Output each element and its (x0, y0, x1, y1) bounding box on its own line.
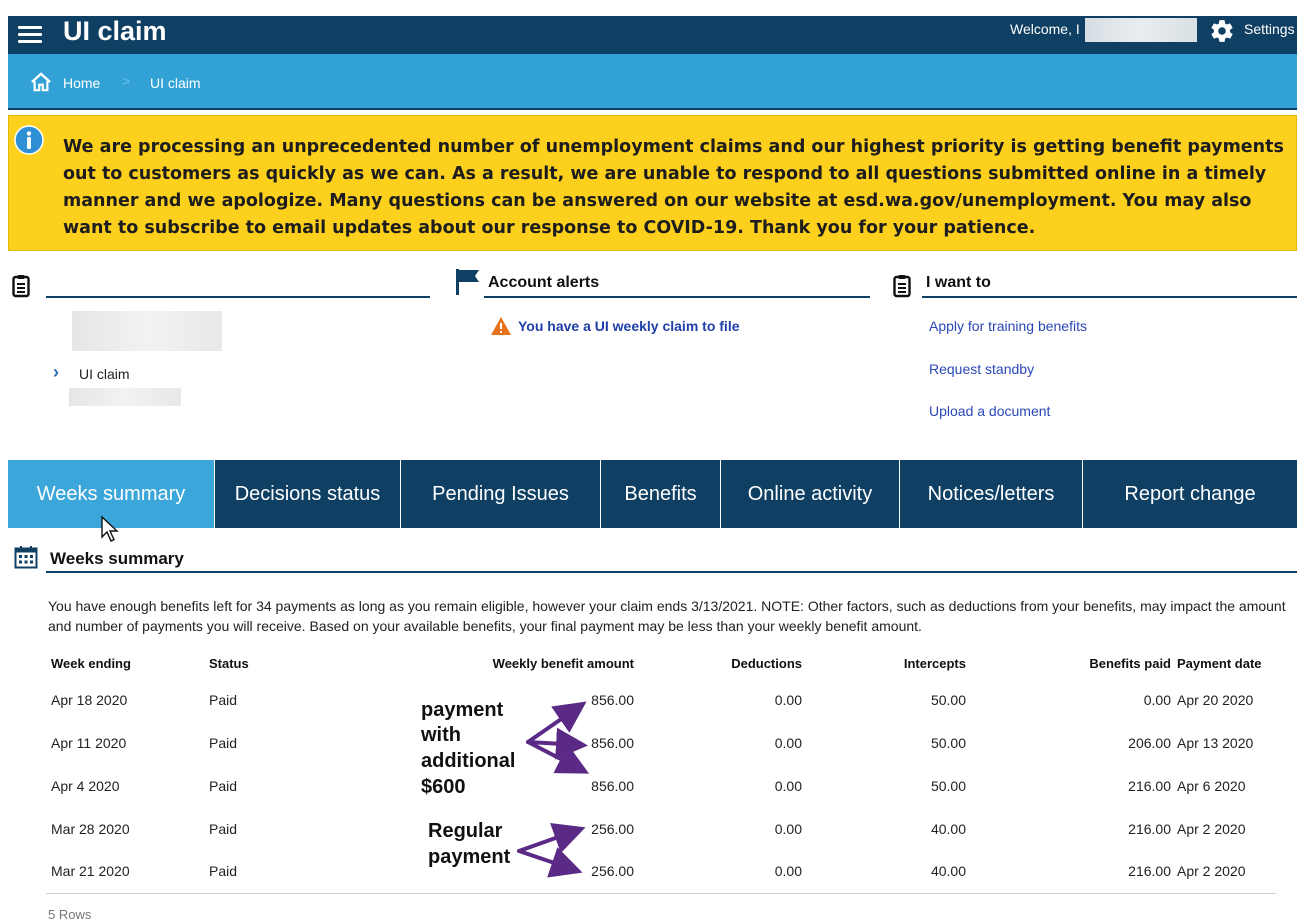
payment-date-cell: Apr 2 2020 (1171, 850, 1276, 894)
week-ending-cell: Mar 21 2020 (46, 850, 196, 894)
i-want-to-header: I want to (922, 266, 1297, 298)
tab-benefits[interactable]: Benefits (601, 460, 721, 528)
ui-claim-link[interactable]: UI claim (79, 366, 130, 382)
col-weekly-benefit[interactable]: Weekly benefit amount (366, 648, 634, 678)
breadcrumb-separator: > (122, 73, 131, 89)
annotation-extra-line-2: with (421, 724, 461, 746)
welcome-text: Welcome, I (1010, 21, 1080, 37)
tab-bar: Weeks summary Decisions status Pending I… (8, 460, 1297, 528)
mouse-pointer-icon (101, 515, 119, 542)
annotation-extra-line-4: $600 (421, 776, 466, 798)
col-intercepts[interactable]: Intercepts (802, 648, 966, 678)
apply-training-link[interactable]: Apply for training benefits (929, 318, 1087, 334)
chevron-right-icon[interactable]: › (53, 362, 59, 383)
table-row: Apr 18 2020 Paid 856.00 0.00 50.00 0.00 … (46, 678, 1276, 721)
notice-banner: We are processing an unprecedented numbe… (8, 115, 1297, 251)
i-want-to-title: I want to (926, 274, 991, 291)
week-ending-cell: Apr 18 2020 (51, 691, 128, 708)
payment-date-cell: Apr 6 2020 (1177, 777, 1246, 794)
benefits-paid-link[interactable]: 216.00 (966, 764, 1171, 807)
page-title: UI claim (63, 16, 167, 46)
benefits-paid-link[interactable]: 0.00 (966, 678, 1171, 721)
flag-icon (456, 269, 479, 295)
breadcrumb-current: UI claim (150, 75, 201, 91)
tab-report-change[interactable]: Report change (1083, 460, 1297, 528)
warning-icon (491, 317, 511, 335)
deductions-cell: 0.00 (634, 850, 802, 894)
weekly-claim-alert-link[interactable]: You have a UI weekly claim to file (518, 318, 740, 334)
intercepts-cell: 50.00 (930, 777, 966, 794)
table-row: Mar 28 2020 Paid 256.00 0.00 40.00 216.0… (46, 807, 1276, 850)
intercepts-cell: 40.00 (802, 850, 966, 894)
deductions-cell: 0.00 (774, 777, 802, 794)
benefits-note: You have enough benefits left for 34 pay… (48, 598, 1286, 634)
info-icon (14, 125, 44, 155)
alerts-panel-header: Account alerts (484, 266, 870, 298)
redacted-claimant-info (72, 311, 222, 351)
status-link[interactable]: Paid (196, 721, 366, 764)
settings-link[interactable]: Settings (1244, 20, 1295, 38)
deductions-cell: 0.00 (774, 820, 802, 837)
table-row: Apr 4 2020 Paid 856.00 0.00 50.00 216.00… (46, 764, 1276, 807)
annotation-extra-line-1: payment (421, 699, 504, 721)
calendar-icon (14, 546, 38, 569)
redacted-user-name (1085, 18, 1197, 42)
intercepts-cell: 50.00 (930, 734, 966, 751)
weeks-table: Week ending Status Weekly benefit amount… (46, 648, 1276, 894)
intercepts-cell: 40.00 (930, 820, 966, 837)
status-link[interactable]: Paid (196, 678, 366, 721)
benefits-paid-link[interactable]: 216.00 (966, 850, 1171, 894)
tab-decisions-status[interactable]: Decisions status (215, 460, 401, 528)
week-ending-cell: Mar 28 2020 (51, 820, 130, 837)
gear-icon[interactable] (1209, 18, 1235, 44)
top-bar: UI claim Welcome, I Settings (8, 16, 1297, 54)
weeks-summary-title: Weeks summary (50, 549, 184, 568)
clipboard-icon (893, 275, 911, 298)
status-link[interactable]: Paid (196, 807, 366, 850)
benefits-paid-link[interactable]: 206.00 (966, 721, 1171, 764)
request-standby-link[interactable]: Request standby (929, 361, 1034, 377)
col-payment-date[interactable]: Payment date (1171, 648, 1276, 678)
alerts-title: Account alerts (488, 274, 600, 291)
status-link[interactable]: Paid (196, 850, 366, 894)
col-status[interactable]: Status (196, 648, 366, 678)
deductions-cell: 0.00 (774, 691, 802, 708)
claims-panel-header (46, 266, 430, 298)
annotation-regular-line-1: Regular (428, 820, 503, 842)
col-benefits-paid[interactable]: Benefits paid (966, 648, 1171, 678)
week-ending-cell: Apr 11 2020 (51, 734, 127, 751)
weeks-summary-header: Weeks summary (46, 545, 1297, 573)
hamburger-menu-icon[interactable] (18, 22, 42, 46)
clipboard-icon (12, 275, 30, 298)
benefits-paid-link[interactable]: 216.00 (966, 807, 1171, 850)
intercepts-cell: 50.00 (930, 691, 966, 708)
col-week-ending[interactable]: Week ending (46, 648, 196, 678)
breadcrumb-home[interactable]: Home (63, 74, 100, 92)
payment-date-cell: Apr 13 2020 (1177, 734, 1254, 751)
table-header-row: Week ending Status Weekly benefit amount… (46, 648, 1276, 678)
week-ending-cell: Apr 4 2020 (51, 777, 120, 794)
breadcrumb: Home > UI claim (8, 54, 1297, 110)
table-row: Mar 21 2020 Paid 256.00 0.00 40.00 216.0… (46, 850, 1276, 894)
annotation-regular-line-2: payment (428, 846, 511, 868)
home-icon[interactable] (30, 72, 52, 92)
upload-document-link[interactable]: Upload a document (929, 403, 1050, 419)
status-link[interactable]: Paid (196, 764, 366, 807)
table-row: Apr 11 2020 Paid 856.00 0.00 50.00 206.0… (46, 721, 1276, 764)
tab-notices-letters[interactable]: Notices/letters (900, 460, 1083, 528)
deductions-cell: 0.00 (774, 734, 802, 751)
tab-online-activity[interactable]: Online activity (721, 460, 900, 528)
redacted-claim-id (69, 388, 181, 406)
col-deductions[interactable]: Deductions (634, 648, 802, 678)
annotation-extra-line-3: additional (421, 750, 516, 772)
payment-date-cell: Apr 20 2020 (1177, 691, 1254, 708)
payment-date-cell: Apr 2 2020 (1177, 820, 1246, 837)
banner-message: We are processing an unprecedented numbe… (63, 137, 1284, 238)
row-count: 5 Rows (48, 907, 92, 922)
tab-pending-issues[interactable]: Pending Issues (401, 460, 601, 528)
